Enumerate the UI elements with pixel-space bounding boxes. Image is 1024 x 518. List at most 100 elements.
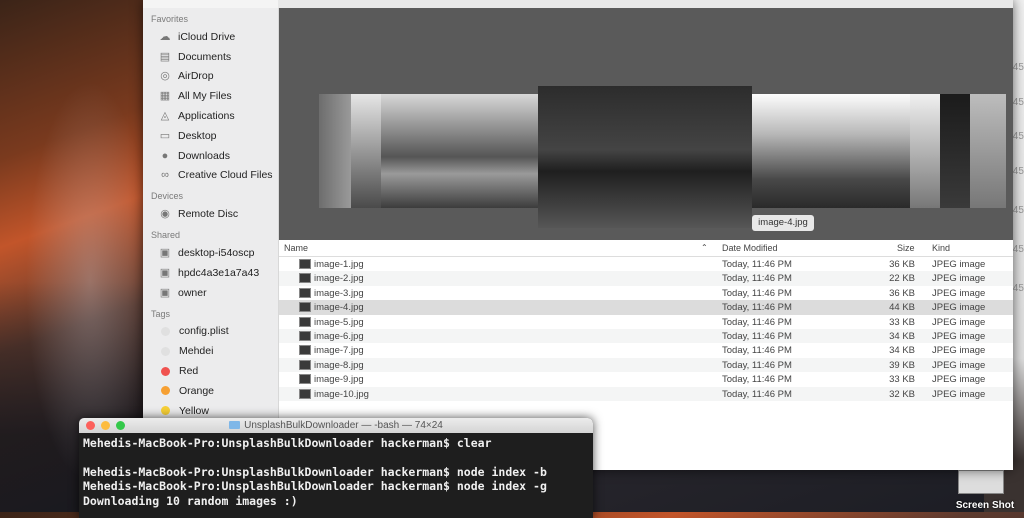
sidebar-item[interactable]: ▭ Desktop (143, 126, 278, 146)
sidebar-item[interactable]: ● Downloads (143, 146, 278, 166)
cell-date: Today, 11:46 PM (722, 316, 792, 328)
cell-size: 34 KB (889, 345, 915, 357)
terminal-output[interactable]: Mehedis-MacBook-Pro:UnsplashBulkDownload… (79, 433, 593, 511)
desktop-icon: ▭ (159, 129, 171, 142)
applications-icon: ◬ (160, 110, 170, 123)
cover-image[interactable] (351, 94, 381, 208)
tag-color-dot-icon (161, 346, 170, 356)
table-row[interactable]: image-6.jpg Today, 11:46 PM 34 KB JPEG imag… (279, 328, 1013, 344)
sidebar-header-devices: Devices (151, 191, 184, 202)
image-file-icon (299, 259, 311, 269)
column-date-header[interactable]: Date Modified (722, 243, 778, 253)
cell-name: image-4.jpg (314, 302, 364, 314)
column-size-header[interactable]: Size (897, 243, 915, 253)
sidebar-header-favorites: Favorites (151, 14, 189, 24)
table-row[interactable]: image-9.jpg Today, 11:46 PM 33 KB JPEG imag… (279, 372, 1013, 386)
sidebar-tag-label: config.plist (179, 325, 229, 338)
screenshot-file-label[interactable]: Screen Shot (950, 500, 1020, 511)
terminal-window[interactable]: UnsplashBulkDownloader — -bash — 74×24 M… (79, 418, 593, 518)
table-row[interactable]: image-2.jpg Today, 11:46 PM 22 KB JPEG imag… (279, 271, 1013, 286)
cell-name: image-1.jpg (314, 259, 364, 270)
image-file-icon (299, 388, 311, 399)
table-row[interactable]: image-8.jpg Today, 11:46 PM 39 KB JPEG imag… (279, 357, 1013, 373)
preview-filename-label: image-4.jpg (752, 215, 814, 231)
screenshot-file-icon[interactable] (958, 470, 1004, 494)
terminal-line: Mehedis-MacBook-Pro:UnsplashBulkDownload… (83, 464, 547, 479)
sidebar-item-label: desktop-i54oscp (178, 247, 255, 260)
cover-flow-preview[interactable]: image-4.jpg (279, 8, 1013, 240)
cell-name: image-8.jpg (314, 359, 364, 371)
terminal-line: Mehedis-MacBook-Pro:UnsplashBulkDownload… (83, 479, 547, 494)
sidebar-item[interactable]: ▣ owner (143, 283, 278, 303)
cover-image[interactable] (381, 94, 538, 208)
table-row[interactable]: image-5.jpg Today, 11:46 PM 33 KB JPEG imag… (279, 315, 1013, 329)
cover-image[interactable] (940, 94, 970, 208)
sidebar-item[interactable]: ▣ hpdc4a3e1a7a43 (143, 263, 278, 283)
sidebar-item-label: Remote Disc (178, 208, 239, 221)
download-icon: ● (161, 149, 169, 162)
sidebar-tag-item[interactable]: Red (143, 361, 278, 381)
cover-image[interactable] (970, 94, 1006, 208)
table-row[interactable]: image-7.jpg Today, 11:46 PM 34 KB JPEG imag… (279, 343, 1013, 357)
column-name-header[interactable]: Name (284, 243, 308, 253)
sidebar-item-label: hpdc4a3e1a7a43 (178, 266, 260, 279)
cell-date: Today, 11:46 PM (722, 359, 792, 371)
sidebar-item[interactable]: ∞ Creative Cloud Files (143, 166, 278, 186)
terminal-title: UnsplashBulkDownloader — -bash — 74×24 (79, 420, 593, 431)
image-file-icon (299, 374, 311, 385)
folder-icon (229, 421, 241, 429)
airdrop-icon: ◎ (160, 70, 170, 83)
sidebar-item-label: owner (178, 286, 207, 299)
sidebar-tag-label: Mehdei (179, 345, 214, 358)
cell-date: Today, 11:46 PM (722, 302, 792, 314)
sidebar-header-tags: Tags (151, 308, 171, 319)
sidebar-tag-label: Orange (179, 384, 215, 397)
cell-name: image-10.jpg (314, 388, 369, 400)
column-kind-header[interactable]: Kind (932, 243, 950, 253)
sort-chevron-icon[interactable]: ⌃ (701, 243, 708, 252)
creative-cloud-icon: ∞ (161, 169, 169, 182)
sidebar-item[interactable]: ▣ desktop-i54oscp (143, 243, 278, 263)
image-file-icon (299, 273, 311, 284)
table-row[interactable]: image-3.jpg Today, 11:46 PM 36 KB JPEG imag… (279, 286, 1013, 300)
monitor-icon: ▣ (159, 266, 171, 279)
cell-kind: JPEG image (932, 330, 986, 342)
cell-kind: JPEG image (932, 273, 986, 285)
table-row[interactable]: image-10.jpg Today, 11:46 PM 32 KB JPEG ima… (279, 386, 1013, 401)
terminal-title-bar[interactable]: UnsplashBulkDownloader — -bash — 74×24 (79, 418, 593, 433)
terminal-line: Downloading 10 random images :) (83, 493, 298, 508)
table-row[interactable]: image-4.jpg Today, 11:46 PM 44 KB JPEG imag… (279, 300, 1013, 315)
cover-image[interactable] (910, 94, 940, 208)
sidebar-tag-item[interactable]: Orange (143, 381, 278, 401)
cell-name: image-2.jpg (314, 273, 364, 285)
cover-image[interactable] (319, 94, 351, 208)
monitor-icon: ▣ (159, 247, 171, 260)
cover-image[interactable] (752, 94, 910, 208)
cell-kind: JPEG image (932, 345, 986, 357)
sidebar-item[interactable]: ◎ AirDrop (143, 67, 278, 87)
cell-kind: JPEG image (932, 316, 986, 328)
finder-toolbar (278, 0, 1013, 8)
sidebar-item[interactable]: ◬ Applications (143, 106, 278, 126)
cell-date: Today, 11:46 PM (722, 388, 792, 400)
image-file-icon (299, 316, 311, 327)
sidebar-item-label: iCloud Drive (178, 30, 236, 43)
sidebar-item[interactable]: ☁ iCloud Drive (143, 27, 278, 47)
files-icon: ▦ (159, 90, 171, 103)
sidebar-item[interactable]: ▤ Documents (143, 47, 278, 67)
tag-color-dot-icon (161, 366, 170, 376)
sidebar-item-label: Downloads (178, 149, 230, 162)
sidebar-item[interactable]: ▦ All My Files (143, 86, 278, 106)
cell-date: Today, 11:46 PM (722, 273, 792, 285)
cell-size: 33 KB (889, 316, 915, 328)
sidebar-tag-item[interactable]: Mehdei (143, 341, 278, 361)
image-file-icon (299, 287, 311, 298)
sidebar-item[interactable]: ◉ Remote Disc (143, 204, 278, 224)
table-row[interactable]: image-1.jpg Today, 11:46 PM 36 KB JPEG imag… (279, 257, 1013, 271)
sidebar-tag-item[interactable]: config.plist (143, 322, 278, 342)
cell-size: 39 KB (889, 359, 915, 371)
cover-image[interactable] (538, 86, 752, 228)
tag-color-dot-icon (161, 386, 170, 396)
cell-size: 34 KB (889, 330, 915, 342)
cell-kind: JPEG image (932, 302, 986, 314)
